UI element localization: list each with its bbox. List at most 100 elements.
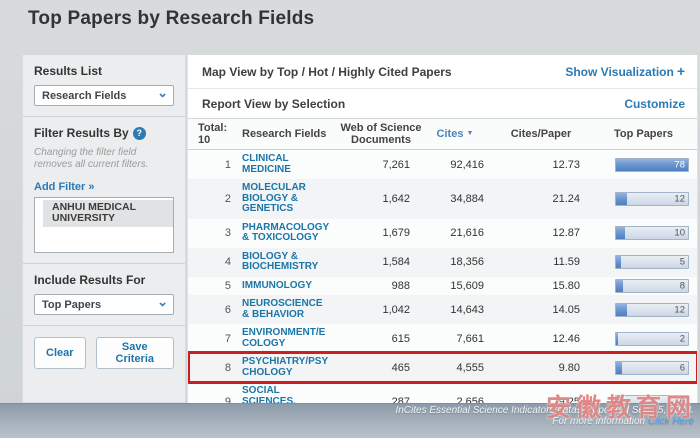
filter-by-label: Filter Results By? [34,126,174,140]
results-list-section: Results List Research Fields ⌄ [23,55,185,116]
top-papers-bar-cell: 12 [596,303,691,317]
cites-value: 7,661 [424,333,486,345]
research-field-link[interactable]: BIOLOGY & BIOCHEMISTRY [240,250,338,275]
wos-documents-value: 988 [338,280,424,292]
top-papers-bar[interactable]: 78 [615,158,689,172]
column-cites-sorted[interactable]: Cites ▼ [424,128,486,140]
top-papers-value: 12 [674,193,685,204]
add-filter-link[interactable]: Add Filter » [34,181,95,193]
research-field-link[interactable]: PHARMACOLOGY & TOXICOLOGY [240,221,338,246]
cites-per-paper-value: 12.87 [486,227,596,239]
row-rank: 3 [198,227,240,239]
research-field-link[interactable]: PSYCHIATRY/PSYCHOLOGY [240,355,338,380]
table-body: 1 CLINICAL MEDICINE 7,261 92,416 12.73 7… [188,150,697,407]
top-papers-value: 5 [680,257,685,268]
filter-list-item[interactable]: ANHUI MEDICAL UNIVERSITY [43,200,173,227]
column-wos-documents[interactable]: Web of Science Documents [338,122,424,146]
filter-sidebar: Results List Research Fields ⌄ Filter Re… [22,55,186,403]
cites-value: 14,643 [424,304,486,316]
wos-documents-value: 7,261 [338,159,424,171]
research-field-link[interactable]: MOLECULAR BIOLOGY & GENETICS [240,181,338,217]
top-papers-bar-cell: 8 [596,279,691,293]
row-rank: 4 [198,256,240,268]
customize-link[interactable]: Customize [624,97,685,111]
chevron-down-icon: ⌄ [157,89,168,97]
page-title: Top Papers by Research Fields [28,8,314,30]
map-view-bar: Map View by Top / Hot / Highly Cited Pap… [188,55,697,89]
wos-documents-value: 1,042 [338,304,424,316]
sort-desc-icon: ▼ [467,130,474,137]
wos-documents-value: 465 [338,362,424,374]
cites-value: 92,416 [424,159,486,171]
wos-documents-value: 1,679 [338,227,424,239]
column-research-fields[interactable]: Research Fields [240,128,338,140]
column-top-papers[interactable]: Top Papers [596,128,691,140]
top-papers-bar-cell: 10 [596,226,691,240]
top-papers-bar[interactable]: 6 [615,361,689,375]
top-papers-bar[interactable]: 5 [615,255,689,269]
cites-per-paper-value: 15.80 [486,280,596,292]
research-field-link[interactable]: CLINICAL MEDICINE [240,152,338,177]
table-row: 5 IMMUNOLOGY 988 15,609 15.80 8 [188,277,697,296]
sidebar-buttons: Clear Save Criteria [23,326,185,380]
top-papers-bar[interactable]: 10 [615,226,689,240]
report-view-bar: Report View by Selection Customize [188,89,697,118]
click-here-link[interactable]: Click Here [648,416,694,427]
cites-per-paper-value: 11.59 [486,256,596,268]
top-papers-bar-cell: 12 [596,192,691,206]
filter-note: Changing the filter field removes all cu… [34,147,174,171]
bar-fill [616,304,627,316]
plus-icon[interactable]: + [677,63,685,79]
save-criteria-button[interactable]: Save Criteria [96,337,174,369]
research-field-link[interactable]: NEUROSCIENCE & BEHAVIOR [240,297,338,322]
cites-value: 15,609 [424,280,486,292]
table-header: Total: 10 Research Fields Web of Science… [188,118,697,150]
table-row: 7 ENVIRONMENT/ECOLOGY 615 7,661 12.46 2 [188,324,697,353]
top-papers-bar-cell: 2 [596,332,691,346]
top-papers-bar[interactable]: 8 [615,279,689,293]
cites-value: 4,555 [424,362,486,374]
top-papers-bar[interactable]: 2 [615,332,689,346]
table-row: 2 MOLECULAR BIOLOGY & GENETICS 1,642 34,… [188,179,697,219]
filter-section: Filter Results By? Changing the filter f… [23,117,185,263]
cites-per-paper-value: 9.80 [486,362,596,374]
table-row: 8 PSYCHIATRY/PSYCHOLOGY 465 4,555 9.80 6 [188,353,697,382]
clear-button[interactable]: Clear [34,337,86,369]
include-results-value: Top Papers [42,299,101,311]
total-label: Total: [198,122,240,134]
column-cites-per-paper[interactable]: Cites/Paper [486,128,596,140]
more-info-text: For more information [552,416,645,427]
bar-fill [616,280,623,292]
top-papers-value: 12 [674,304,685,315]
cites-per-paper-value: 14.05 [486,304,596,316]
results-list-value: Research Fields [42,90,126,102]
top-papers-bar-cell: 5 [596,255,691,269]
help-icon[interactable]: ? [133,127,146,140]
cites-per-paper-value: 12.46 [486,333,596,345]
top-papers-bar[interactable]: 12 [615,192,689,206]
research-field-link[interactable]: ENVIRONMENT/ECOLOGY [240,326,338,351]
table-row: 4 BIOLOGY & BIOCHEMISTRY 1,584 18,356 11… [188,248,697,277]
include-results-dropdown[interactable]: Top Papers ⌄ [34,294,174,315]
table-row: 1 CLINICAL MEDICINE 7,261 92,416 12.73 7… [188,150,697,179]
top-papers-bar[interactable]: 12 [615,303,689,317]
top-papers-bar-cell: 6 [596,361,691,375]
wos-documents-value: 615 [338,333,424,345]
total-count: 10 [198,134,240,146]
research-field-link[interactable]: IMMUNOLOGY [240,279,338,294]
results-list-dropdown[interactable]: Research Fields ⌄ [34,85,174,106]
show-visualization-link[interactable]: Show Visualization [565,65,673,79]
cites-value: 21,616 [424,227,486,239]
map-view-title: Map View by Top / Hot / Highly Cited Pap… [202,65,452,79]
wos-documents-value: 1,584 [338,256,424,268]
bar-fill [616,362,622,374]
table-row: 3 PHARMACOLOGY & TOXICOLOGY 1,679 21,616… [188,219,697,248]
row-rank: 5 [198,280,240,292]
report-view-title: Report View by Selection [202,97,345,111]
dataset-note: InCites Essential Science Indicators dat… [395,405,694,416]
table-row: 6 NEUROSCIENCE & BEHAVIOR 1,042 14,643 1… [188,295,697,324]
filter-by-label-text: Filter Results By [34,126,129,140]
results-list-label: Results List [34,64,174,78]
top-papers-value: 8 [680,280,685,291]
filter-listbox[interactable]: ANHUI MEDICAL UNIVERSITY [34,197,174,253]
